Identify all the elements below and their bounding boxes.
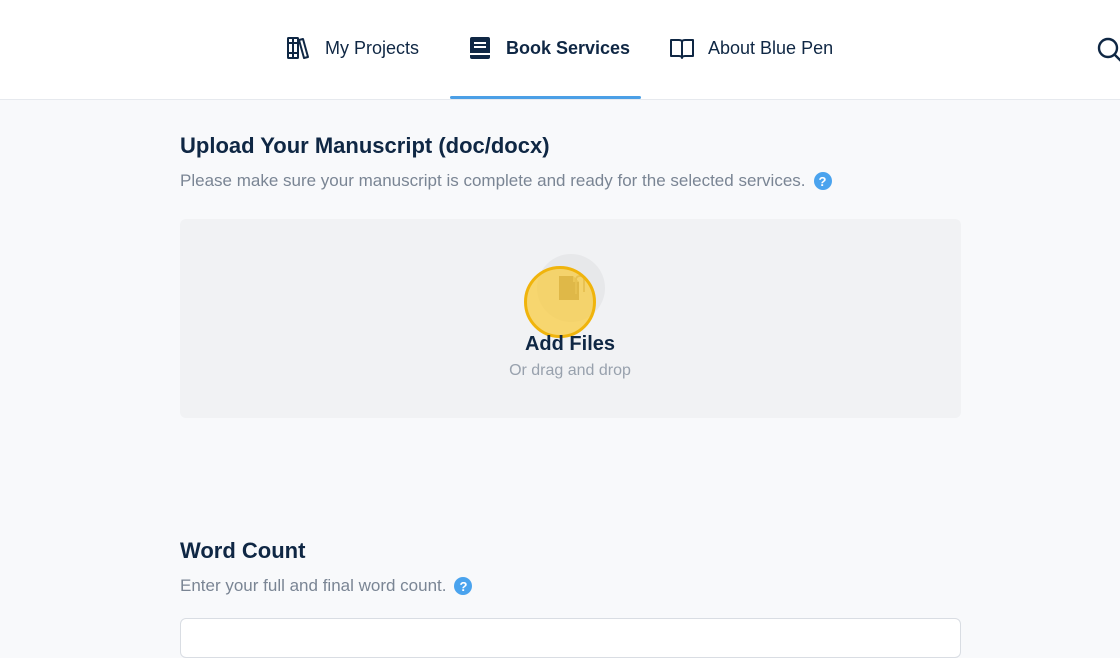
help-icon[interactable]: ?: [813, 172, 832, 190]
book-icon: [466, 34, 494, 62]
books-icon: [285, 34, 313, 62]
search-button[interactable]: [1096, 36, 1120, 64]
top-navigation-bar: My Projects Book Services About Blue Pen: [0, 0, 1120, 100]
nav-my-projects[interactable]: My Projects: [285, 30, 419, 66]
help-icon[interactable]: ?: [454, 577, 473, 595]
word-count-subtitle: Enter your full and final word count. ?: [180, 576, 473, 596]
word-count-title: Word Count: [180, 538, 306, 563]
drag-and-drop-hint: Or drag and drop: [509, 362, 631, 379]
search-icon: [1096, 37, 1120, 68]
upload-manuscript-subtitle-text: Please make sure your manuscript is comp…: [180, 171, 806, 190]
upload-manuscript-subtitle: Please make sure your manuscript is comp…: [180, 171, 832, 191]
cursor-highlight: [524, 266, 596, 338]
nav-about-blue-pen[interactable]: About Blue Pen: [668, 30, 833, 66]
nav-about-blue-pen-label: About Blue Pen: [708, 37, 834, 58]
nav-book-services[interactable]: Book Services: [466, 30, 630, 66]
word-count-subtitle-text: Enter your full and final word count.: [180, 576, 447, 595]
nav-my-projects-label: My Projects: [325, 37, 420, 58]
active-tab-indicator: [450, 96, 641, 99]
nav-book-services-label: Book Services: [506, 37, 631, 58]
add-files-label[interactable]: Add Files: [480, 333, 660, 356]
word-count-input[interactable]: [180, 618, 961, 658]
open-book-icon: [668, 34, 696, 62]
upload-manuscript-title: Upload Your Manuscript (doc/docx): [180, 133, 550, 158]
